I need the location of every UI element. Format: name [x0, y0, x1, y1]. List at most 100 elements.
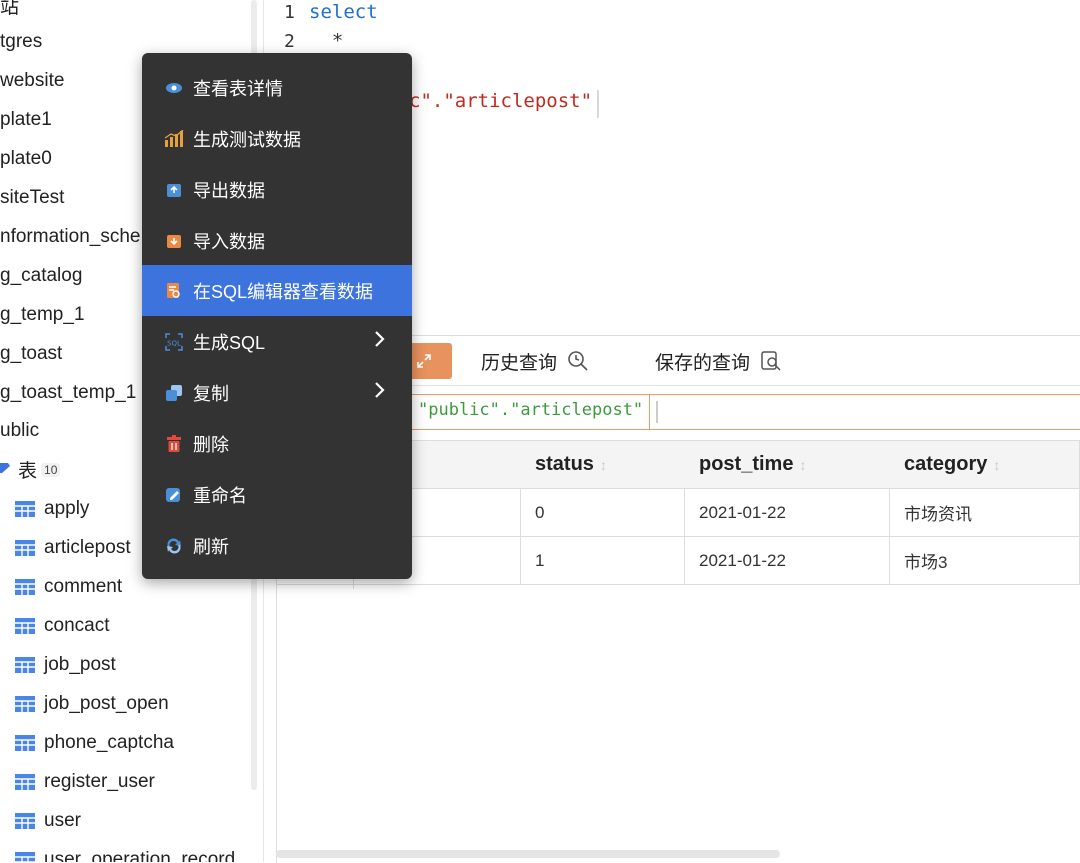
- table-cell[interactable]: 0: [520, 489, 685, 537]
- menu-item-generate-sql[interactable]: SQL 生成SQL: [142, 316, 412, 367]
- table-node-label: user_operation_record: [44, 848, 236, 863]
- menu-item-rename[interactable]: 重命名: [142, 469, 412, 520]
- code-line-partial: c"."articlepost": [409, 90, 593, 112]
- table-node-articlepost[interactable]: articlepost: [14, 528, 131, 567]
- tree-node[interactable]: nformation_sche: [0, 217, 140, 256]
- tree-node[interactable]: ublic: [0, 411, 39, 450]
- menu-item-view-table-details[interactable]: 查看表详情: [142, 62, 412, 113]
- sort-icon[interactable]: ↕: [993, 457, 1000, 473]
- table-node-job-post[interactable]: job_post: [14, 645, 116, 684]
- export-icon: [164, 180, 184, 200]
- table-cell[interactable]: 市场资讯: [889, 489, 1080, 537]
- query-divider: [649, 395, 650, 429]
- tree-node[interactable]: tgres: [0, 22, 42, 61]
- trash-icon: [164, 434, 184, 454]
- tab-saved-queries[interactable]: 保存的查询: [655, 346, 782, 376]
- text-cursor: [597, 90, 599, 118]
- code-line: *: [309, 30, 344, 52]
- table-node-label: job_post_open: [44, 692, 169, 714]
- menu-item-copy[interactable]: 复制: [142, 367, 412, 418]
- table-node-concact[interactable]: concact: [14, 606, 109, 645]
- table-icon: [15, 617, 35, 634]
- menu-item-label: 导入数据: [193, 231, 265, 252]
- menu-item-refresh[interactable]: 刷新: [142, 520, 412, 571]
- horizontal-scrollbar[interactable]: [276, 850, 780, 858]
- table-icon: [15, 812, 35, 829]
- table-node-label: register_user: [44, 770, 155, 792]
- tree-node-label: g_toast: [0, 342, 63, 364]
- menu-item-label: 重命名: [193, 485, 247, 506]
- table-icon: [15, 539, 35, 556]
- menu-item-generate-test-data[interactable]: 生成测试数据: [142, 113, 412, 164]
- tree-node[interactable]: g_toast_temp_1: [0, 373, 136, 412]
- tree-node-label: g_toast_temp_1: [0, 381, 137, 403]
- column-header-post-time[interactable]: post_time ↕: [684, 441, 890, 489]
- table-node-apply[interactable]: apply: [14, 489, 89, 528]
- table-node-register-user[interactable]: register_user: [14, 762, 155, 801]
- sort-icon[interactable]: ↕: [799, 457, 806, 473]
- tree-node-label: ublic: [0, 419, 40, 441]
- menu-item-export-data[interactable]: 导出数据: [142, 164, 412, 215]
- clock-search-icon: [568, 351, 588, 371]
- refresh-icon: [164, 536, 184, 556]
- context-menu: 查看表详情 生成测试数据 导出数据 导入数据 在SQL编辑器查看数据 SQL 生…: [142, 53, 412, 579]
- tree-node[interactable]: plate0: [0, 139, 52, 178]
- bar-chart-icon: [164, 129, 184, 149]
- table-node-label: apply: [44, 497, 90, 519]
- menu-item-label: 删除: [193, 434, 229, 455]
- saved-search-icon: [761, 351, 781, 371]
- column-header-label: post_time: [699, 453, 794, 475]
- filter-input[interactable]: [656, 401, 658, 423]
- table-cell[interactable]: 2021-01-22: [684, 489, 890, 537]
- tables-count-badge: 10: [41, 462, 61, 477]
- table-node-comment[interactable]: comment: [14, 567, 122, 606]
- table-icon: [15, 695, 35, 712]
- menu-item-label: 在SQL编辑器查看数据: [193, 281, 374, 302]
- expand-icon: [417, 354, 431, 368]
- menu-item-label: 查看表详情: [193, 78, 283, 99]
- menu-item-label: 生成测试数据: [193, 129, 301, 150]
- table-node-label: user: [44, 809, 81, 831]
- table-node-phone-captcha[interactable]: phone_captcha: [14, 723, 174, 762]
- table-node-label: phone_captcha: [44, 731, 174, 753]
- import-icon: [164, 231, 184, 251]
- menu-item-label: 生成SQL: [193, 332, 266, 353]
- tree-node[interactable]: siteTest: [0, 178, 64, 217]
- table-icon: [15, 773, 35, 790]
- tree-node-label: 站: [0, 0, 20, 18]
- table-node-job-post-open[interactable]: job_post_open: [14, 684, 169, 723]
- tree-node[interactable]: website: [0, 61, 64, 100]
- rename-icon: [164, 485, 184, 505]
- tree-node[interactable]: g_catalog: [0, 256, 82, 295]
- table-icon: [15, 851, 35, 862]
- tree-node-label: g_temp_1: [0, 303, 85, 325]
- tree-node-label: g_catalog: [0, 264, 83, 286]
- table-cell[interactable]: 1: [520, 537, 685, 585]
- tables-folder-label: 表: [18, 461, 38, 482]
- column-header-status[interactable]: status ↕: [520, 441, 685, 489]
- table-icon: [15, 656, 35, 673]
- tree-node[interactable]: g_temp_1: [0, 295, 85, 334]
- svg-text:SQL: SQL: [167, 339, 181, 347]
- table-icon: [15, 578, 35, 595]
- table-cell[interactable]: 2021-01-22: [684, 537, 890, 585]
- table-node-label: job_post: [44, 653, 116, 675]
- tree-node[interactable]: g_toast: [0, 334, 62, 373]
- column-header-category[interactable]: category ↕: [889, 441, 1080, 489]
- tab-saved-label: 保存的查询: [655, 352, 751, 374]
- menu-item-import-data[interactable]: 导入数据: [142, 215, 412, 266]
- tab-history[interactable]: 历史查询: [481, 346, 589, 376]
- line-number: 1: [284, 2, 295, 23]
- sort-icon[interactable]: ↕: [600, 457, 607, 473]
- line-number: 2: [284, 31, 295, 52]
- tables-folder-node[interactable]: 表 10: [0, 450, 61, 489]
- menu-item-delete[interactable]: 删除: [142, 418, 412, 469]
- tree-node[interactable]: plate1: [0, 100, 52, 139]
- menu-item-label: 刷新: [193, 536, 229, 557]
- table-node-user-operation-record[interactable]: user_operation_record: [14, 840, 235, 862]
- eye-icon: [164, 78, 184, 98]
- menu-item-view-in-sql-editor[interactable]: 在SQL编辑器查看数据: [142, 265, 412, 316]
- table-node-user[interactable]: user: [14, 801, 81, 840]
- sql-editor-icon: [164, 281, 184, 301]
- table-cell[interactable]: 市场3: [889, 537, 1080, 585]
